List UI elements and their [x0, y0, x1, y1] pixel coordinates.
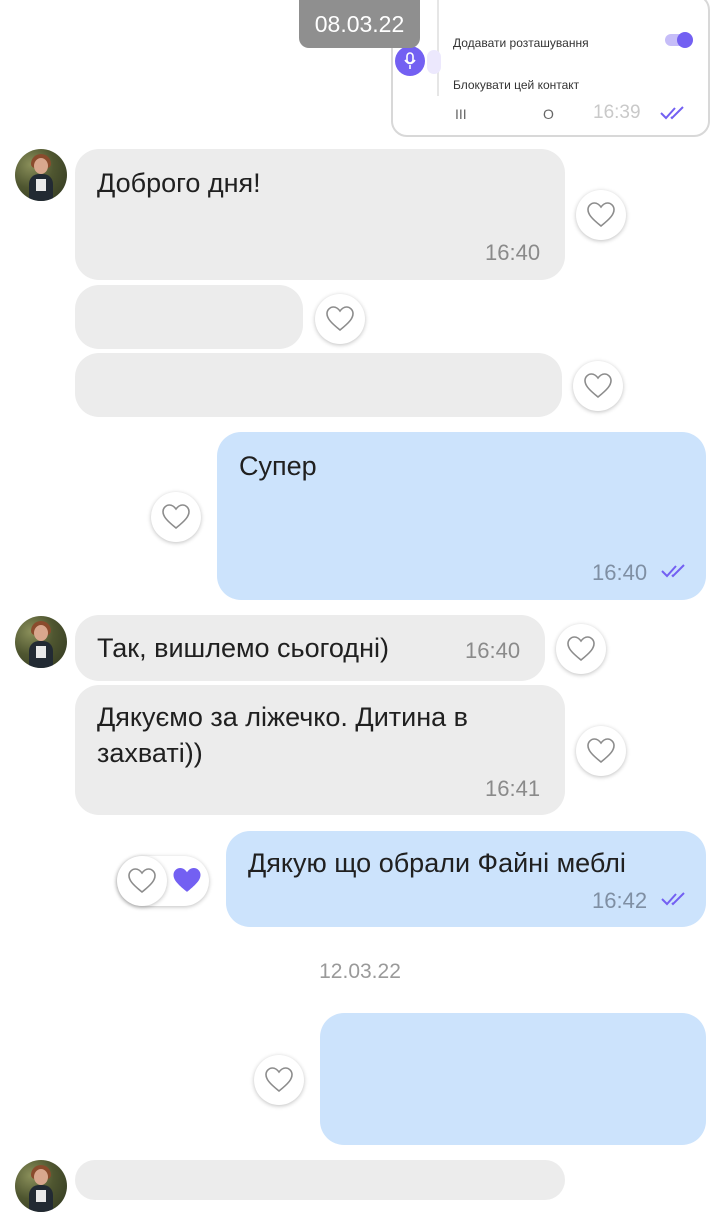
double-check-icon	[661, 892, 685, 906]
heart-outline-icon	[128, 868, 156, 894]
nav-recents-icon: III	[455, 106, 467, 122]
like-button[interactable]	[315, 294, 365, 344]
embedded-time: 16:39	[593, 102, 641, 123]
embedded-screenshot[interactable]: Додавати розташування Блокувати цей конт…	[391, 0, 710, 137]
message-bubble-incoming[interactable]	[75, 1160, 565, 1200]
reaction-pill[interactable]	[117, 856, 209, 906]
heart-outline-icon	[587, 738, 615, 764]
message-text: Дякуємо за ліжечко. Дитина в захваті))	[97, 702, 468, 768]
nav-home-icon: O	[543, 106, 554, 122]
message-time: 16:40	[465, 638, 521, 663]
message-bubble-outgoing[interactable]: Дякую що обрали Файні меблі 16:42	[226, 831, 706, 927]
message-text: Доброго дня!	[97, 168, 261, 198]
double-check-icon	[661, 564, 685, 578]
date-separator: 12.03.22	[319, 960, 401, 983]
microphone-icon	[395, 46, 425, 76]
date-pill: 08.03.22	[299, 0, 420, 48]
message-bubble-incoming[interactable]: Доброго дня! 16:40	[75, 149, 565, 280]
message-text: Супер	[239, 451, 317, 481]
block-contact-label: Блокувати цей контакт	[453, 78, 580, 92]
add-location-label: Додавати розташування	[453, 36, 589, 50]
message-bubble-incoming[interactable]	[75, 285, 303, 349]
heart-outline-icon	[587, 202, 615, 228]
heart-outline-icon	[567, 636, 595, 662]
message-text: Дякую що обрали Файні меблі	[248, 848, 626, 878]
double-check-icon	[660, 106, 684, 120]
message-bubble-incoming[interactable]: Так, вишлемо сьогодні) 16:40	[75, 615, 545, 681]
avatar[interactable]	[15, 616, 67, 668]
heart-outline-icon	[326, 306, 354, 332]
message-bubble-outgoing[interactable]	[320, 1013, 706, 1145]
message-bubble-outgoing[interactable]: Супер 16:40	[217, 432, 706, 600]
message-time: 16:40	[592, 560, 648, 585]
like-button[interactable]	[576, 190, 626, 240]
like-button[interactable]	[573, 361, 623, 411]
heart-outline-icon	[584, 373, 612, 399]
location-toggle	[665, 32, 693, 48]
message-bubble-incoming[interactable]	[75, 353, 562, 417]
message-time: 16:42	[592, 888, 648, 913]
message-text: Так, вишлемо сьогодні)	[97, 633, 389, 663]
message-time: 16:41	[485, 776, 541, 801]
like-button[interactable]	[556, 624, 606, 674]
attachment-shape	[427, 50, 441, 74]
heart-outline-icon	[265, 1067, 293, 1093]
like-button[interactable]	[576, 726, 626, 776]
like-button[interactable]	[117, 856, 167, 906]
divider	[437, 0, 439, 96]
heart-outline-icon	[162, 504, 190, 530]
like-button[interactable]	[151, 492, 201, 542]
like-button[interactable]	[254, 1055, 304, 1105]
message-bubble-incoming[interactable]: Дякуємо за ліжечко. Дитина в захваті)) 1…	[75, 685, 565, 815]
avatar[interactable]	[15, 149, 67, 201]
heart-filled-icon	[173, 868, 201, 892]
message-time: 16:40	[485, 240, 541, 265]
